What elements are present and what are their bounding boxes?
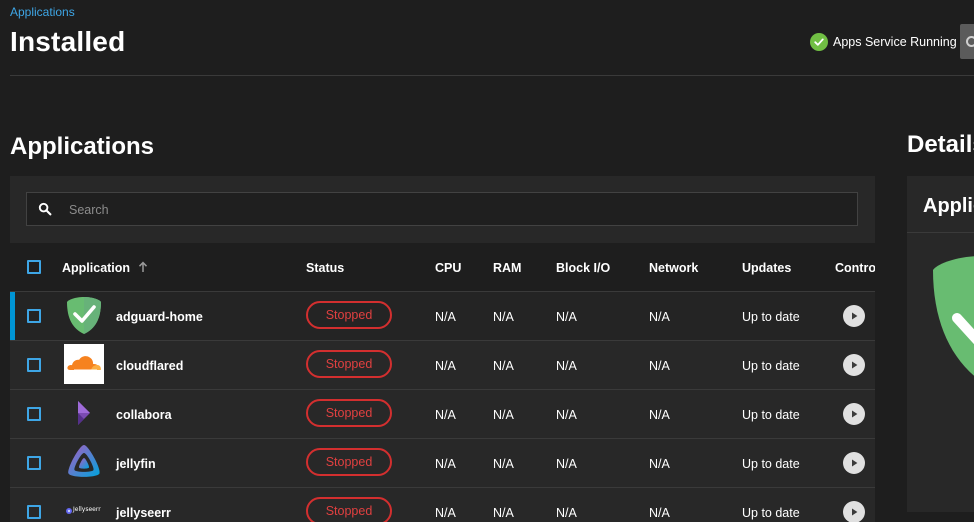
updates-value: Up to date bbox=[742, 310, 800, 324]
app-name[interactable]: jellyfin bbox=[116, 457, 156, 471]
ram-value: N/A bbox=[493, 408, 514, 422]
cpu-value: N/A bbox=[435, 457, 456, 471]
cloudflared-icon bbox=[64, 344, 104, 384]
network-value: N/A bbox=[649, 359, 670, 373]
row-checkbox[interactable] bbox=[27, 309, 41, 323]
block-io-value: N/A bbox=[556, 359, 577, 373]
search-icon bbox=[38, 202, 52, 221]
cpu-value: N/A bbox=[435, 310, 456, 324]
play-icon bbox=[852, 459, 858, 467]
play-icon bbox=[852, 410, 858, 418]
column-header-network[interactable]: Network bbox=[649, 261, 698, 275]
details-card-title: Applications bbox=[923, 195, 974, 217]
details-card-divider bbox=[907, 232, 974, 233]
table-row[interactable]: adguard-home Stopped N/A N/A N/A N/A Up … bbox=[10, 292, 875, 341]
cpu-value: N/A bbox=[435, 506, 456, 520]
app-name[interactable]: jellyseerr bbox=[116, 506, 171, 520]
play-icon bbox=[852, 361, 858, 369]
row-checkbox[interactable] bbox=[27, 358, 41, 372]
status-badge: Stopped bbox=[306, 301, 392, 329]
network-value: N/A bbox=[649, 457, 670, 471]
column-header-updates[interactable]: Updates bbox=[742, 261, 791, 275]
row-checkbox[interactable] bbox=[27, 407, 41, 421]
search-box[interactable] bbox=[26, 192, 858, 227]
column-header-controls[interactable]: Controls bbox=[835, 261, 875, 275]
page-title: Installed bbox=[10, 26, 126, 57]
app-name[interactable]: adguard-home bbox=[116, 310, 203, 324]
cpu-value: N/A bbox=[435, 359, 456, 373]
search-input[interactable] bbox=[67, 193, 851, 227]
ram-value: N/A bbox=[493, 359, 514, 373]
updates-value: Up to date bbox=[742, 506, 800, 520]
table-row[interactable]: collabora Stopped N/A N/A N/A N/A Up to … bbox=[10, 390, 875, 439]
arrow-up-icon bbox=[138, 261, 148, 276]
status-badge: Stopped bbox=[306, 448, 392, 476]
updates-value: Up to date bbox=[742, 359, 800, 373]
app-name[interactable]: cloudflared bbox=[116, 359, 183, 373]
table-row[interactable]: Jellyseerr jellyseerr Stopped N/A N/A N/… bbox=[10, 488, 875, 522]
start-app-button[interactable] bbox=[843, 501, 865, 522]
updates-value: Up to date bbox=[742, 457, 800, 471]
table-header: Application Status CPU RAM Block I/O Net… bbox=[10, 243, 875, 292]
column-header-status[interactable]: Status bbox=[306, 261, 344, 275]
column-header-application-label: Application bbox=[62, 261, 131, 275]
applications-card: Application Status CPU RAM Block I/O Net… bbox=[10, 176, 875, 522]
start-app-button[interactable] bbox=[843, 403, 865, 425]
adguard-home-large-icon bbox=[927, 252, 974, 397]
ram-value: N/A bbox=[493, 506, 514, 520]
network-value: N/A bbox=[649, 506, 670, 520]
header-divider bbox=[10, 75, 974, 76]
column-header-ram[interactable]: RAM bbox=[493, 261, 521, 275]
service-status: Apps Service Running bbox=[810, 33, 957, 51]
status-badge: Stopped bbox=[306, 399, 392, 427]
select-all-checkbox[interactable] bbox=[27, 260, 41, 274]
settings-icon bbox=[966, 36, 974, 47]
check-circle-icon bbox=[810, 33, 828, 51]
block-io-value: N/A bbox=[556, 506, 577, 520]
block-io-value: N/A bbox=[556, 457, 577, 471]
row-selection-indicator bbox=[10, 292, 15, 340]
ram-value: N/A bbox=[493, 310, 514, 324]
status-badge: Stopped bbox=[306, 350, 392, 378]
start-app-button[interactable] bbox=[843, 305, 865, 327]
row-checkbox[interactable] bbox=[27, 456, 41, 470]
status-badge: Stopped bbox=[306, 497, 392, 522]
column-header-cpu[interactable]: CPU bbox=[435, 261, 461, 275]
play-icon bbox=[852, 312, 858, 320]
settings-button[interactable] bbox=[960, 24, 974, 59]
details-card: Applications bbox=[907, 176, 974, 512]
service-status-text: Apps Service Running bbox=[833, 35, 957, 49]
breadcrumb[interactable]: Applications bbox=[10, 5, 75, 19]
applications-section-title: Applications bbox=[10, 133, 155, 160]
jellyseerr-logo-text: Jellyseerr bbox=[73, 506, 101, 513]
column-header-block-io[interactable]: Block I/O bbox=[556, 261, 610, 275]
ram-value: N/A bbox=[493, 457, 514, 471]
jellyseerr-icon: Jellyseerr bbox=[64, 491, 104, 522]
collabora-icon bbox=[64, 393, 104, 433]
cpu-value: N/A bbox=[435, 408, 456, 422]
row-checkbox[interactable] bbox=[27, 505, 41, 519]
details-section-title: Details bbox=[907, 131, 974, 158]
block-io-value: N/A bbox=[556, 310, 577, 324]
start-app-button[interactable] bbox=[843, 354, 865, 376]
play-icon bbox=[852, 508, 858, 516]
jellyfin-icon bbox=[64, 442, 104, 482]
start-app-button[interactable] bbox=[843, 452, 865, 474]
column-header-application[interactable]: Application bbox=[62, 261, 148, 276]
network-value: N/A bbox=[649, 310, 670, 324]
network-value: N/A bbox=[649, 408, 670, 422]
updates-value: Up to date bbox=[742, 408, 800, 422]
block-io-value: N/A bbox=[556, 408, 577, 422]
app-name[interactable]: collabora bbox=[116, 408, 172, 422]
adguard-home-icon bbox=[64, 295, 104, 335]
table-row[interactable]: cloudflared Stopped N/A N/A N/A N/A Up t… bbox=[10, 341, 875, 390]
table-row[interactable]: jellyfin Stopped N/A N/A N/A N/A Up to d… bbox=[10, 439, 875, 488]
